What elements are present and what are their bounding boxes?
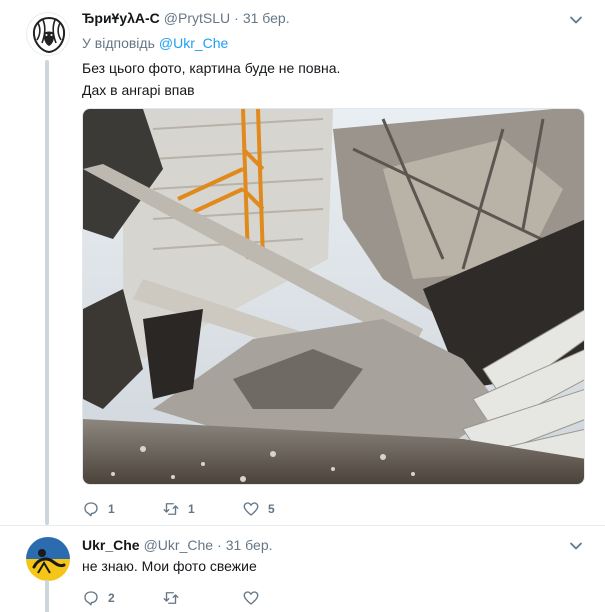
- reply-button[interactable]: 1: [82, 500, 162, 518]
- lion-avatar-icon: [27, 13, 69, 55]
- chevron-down-icon[interactable]: [569, 539, 583, 553]
- tweet[interactable]: ЂриҰуλА-С @PrytSLU · 31 бер. У відповідь @Uk…: [0, 0, 605, 525]
- avatar[interactable]: [26, 537, 70, 581]
- screen-name[interactable]: @Ukr_Che: [144, 537, 213, 553]
- tweet-actions: 2: [82, 588, 322, 608]
- flag-avatar-icon: [26, 537, 70, 581]
- thread-line: [45, 60, 49, 525]
- like-button[interactable]: [242, 589, 322, 607]
- reply-count: 2: [108, 591, 115, 605]
- reply-handle-link[interactable]: @Ukr_Che: [159, 35, 228, 51]
- retweet-icon: [163, 503, 179, 515]
- reply-prefix: У відповідь: [82, 35, 155, 51]
- display-name[interactable]: Ukr_Che: [82, 537, 140, 553]
- thread-line: [45, 580, 49, 612]
- reply-icon: [84, 591, 98, 606]
- retweet-count: 1: [188, 502, 195, 516]
- screen-name[interactable]: @PrytSLU: [164, 10, 230, 26]
- collapsed-hangar-photo: [83, 109, 584, 484]
- like-count: 5: [268, 502, 275, 516]
- tweet[interactable]: Ukr_Che @Ukr_Che · 31 бер. не знаю. Мои фот…: [0, 527, 605, 612]
- like-icon: [243, 591, 259, 605]
- reply-context: У відповідь @Ukr_Che: [82, 33, 228, 53]
- tweet-actions: 1 1 5: [82, 499, 322, 519]
- tweet-text: не знаю. Мои фото свежие: [82, 558, 257, 574]
- like-icon: [243, 502, 259, 516]
- reply-icon: [84, 502, 98, 517]
- display-name[interactable]: ЂриҰуλА-С: [82, 10, 160, 26]
- tweet-text: Без цього фото, картина буде не повна. Д…: [82, 57, 340, 101]
- tweet-divider: [0, 525, 605, 526]
- like-button[interactable]: 5: [242, 500, 322, 518]
- separator: ·: [217, 537, 222, 553]
- reply-count: 1: [108, 502, 115, 516]
- tweet-header: ЂриҰуλА-С @PrytSLU · 31 бер.: [82, 8, 290, 28]
- tweet-header: Ukr_Che @Ukr_Che · 31 бер.: [82, 535, 273, 555]
- chevron-down-icon[interactable]: [569, 13, 583, 27]
- retweet-button[interactable]: 1: [162, 500, 242, 518]
- avatar[interactable]: [26, 12, 70, 56]
- tweet-text-line: Дах в ангарі впав: [82, 82, 195, 98]
- timestamp[interactable]: 31 бер.: [243, 10, 290, 26]
- reply-button[interactable]: 2: [82, 589, 162, 607]
- retweet-icon: [163, 592, 179, 604]
- media-photo[interactable]: [82, 108, 585, 485]
- tweet-text-line: Без цього фото, картина буде не повна.: [82, 60, 341, 76]
- timestamp[interactable]: 31 бер.: [226, 537, 273, 553]
- retweet-button[interactable]: [162, 589, 242, 607]
- separator: ·: [234, 10, 239, 26]
